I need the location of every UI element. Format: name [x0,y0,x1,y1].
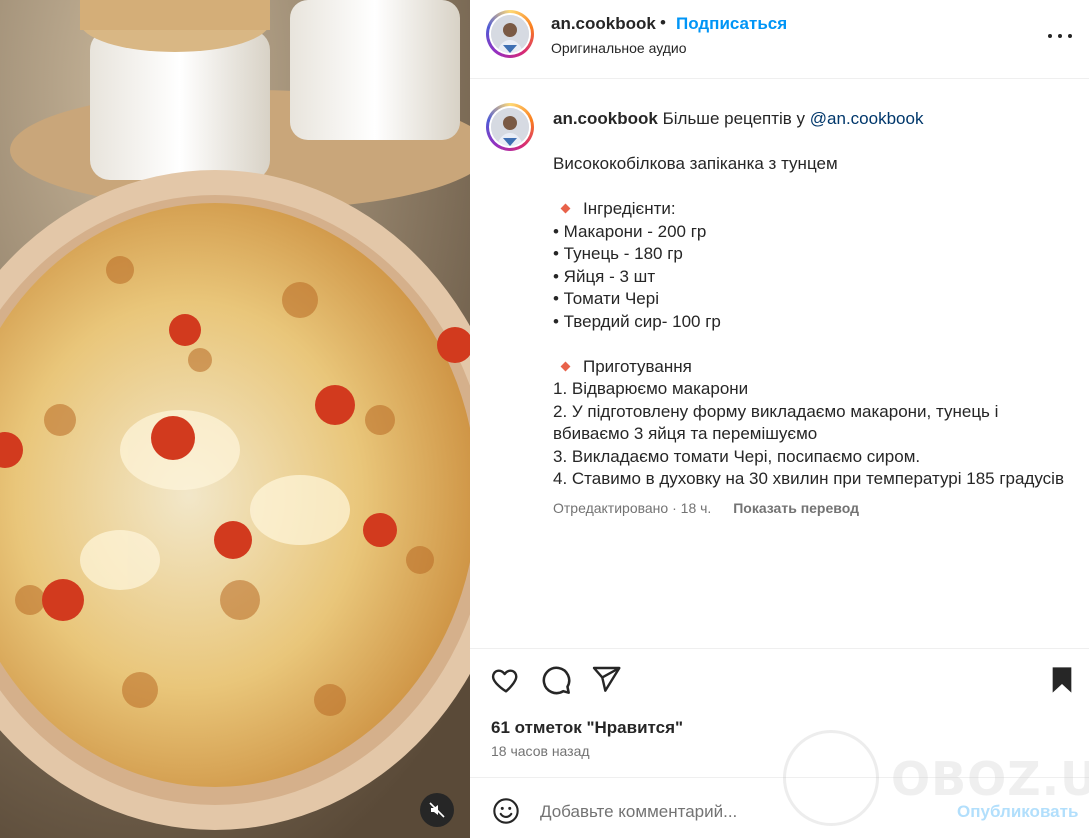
post-timestamp[interactable]: 18 часов назад [491,743,590,759]
watermark-text: OBOZ.UA [891,752,1089,806]
step-item: 3. Викладаємо томати Чері, посипаємо сир… [553,446,921,466]
send-icon [592,666,621,692]
ingredient-item: • Твердий сир- 100 гр [553,311,721,331]
comment-input[interactable] [540,800,940,824]
post-side-panel: an.cookbook • Подписаться Оригинальное а… [470,0,1089,838]
post-header: an.cookbook • Подписаться Оригинальное а… [470,0,1089,79]
likes-count[interactable]: 61 отметок "Нравится" [491,718,683,738]
avatar-image [491,15,529,53]
avatar[interactable] [486,10,534,58]
comment-icon [542,666,571,695]
original-audio-link[interactable]: Оригинальное аудио [551,40,687,56]
action-bar [470,664,1089,698]
save-button[interactable] [1046,664,1078,696]
smiley-icon [493,798,519,824]
caption-avatar[interactable] [486,103,534,151]
caption-username[interactable]: an.cookbook [553,109,658,128]
caption-intro: Більше рецептів у [662,109,806,128]
step-item: 1. Відварюємо макарони [553,379,749,398]
show-translation-button[interactable]: Показать перевод [733,500,859,516]
divider [470,648,1089,649]
mute-toggle-button[interactable] [420,793,454,827]
diamond-icon [560,203,571,214]
ingredients-heading: Інгредієнти: [583,199,676,218]
emoji-button[interactable] [492,797,520,825]
step-item: вбиваємо 3 яйця та перемішуємо [553,424,818,443]
casserole-photo [0,0,470,838]
publish-comment-button[interactable]: Опубликовать [957,802,1078,822]
ingredient-item: • Тунець - 180 гр [553,244,683,263]
ingredient-item: • Томати Чері [553,289,659,308]
divider [470,777,1089,778]
like-button[interactable] [490,664,522,696]
share-button[interactable] [590,664,622,696]
header-separator: • [660,13,666,32]
post-media[interactable] [0,0,470,838]
follow-button[interactable]: Подписаться [676,14,787,34]
recipe-title: Висококобілкова запіканка з тунцем [553,154,838,173]
post-caption: an.cookbook Більше рецептів у @an.cookbo… [553,108,1083,491]
caption-time[interactable]: 18 ч. [681,500,712,516]
diamond-icon [560,361,571,371]
edited-label: Отредактировано [553,500,669,516]
step-item: 4. Ставимо в духовку на 30 хвилин при те… [553,469,1064,488]
bookmark-icon [1052,667,1072,693]
caption-mention-link[interactable]: @an.cookbook [810,109,924,128]
more-horizontal-icon [1048,34,1052,38]
comment-button[interactable] [540,664,572,696]
avatar-image [491,108,529,146]
header-username[interactable]: an.cookbook [551,14,656,34]
muted-speaker-icon [429,802,445,818]
heart-icon [491,669,518,693]
ingredient-item: • Макарони - 200 гр [553,221,707,241]
ingredient-item: • Яйця - 3 шт [553,266,656,286]
caption-meta: Отредактировано · 18 ч. Показать перевод [553,500,859,516]
more-options-button[interactable] [1048,26,1072,46]
step-item: 2. У підготовлену форму викладаємо макар… [553,401,999,421]
steps-heading: Приготування [583,356,692,376]
